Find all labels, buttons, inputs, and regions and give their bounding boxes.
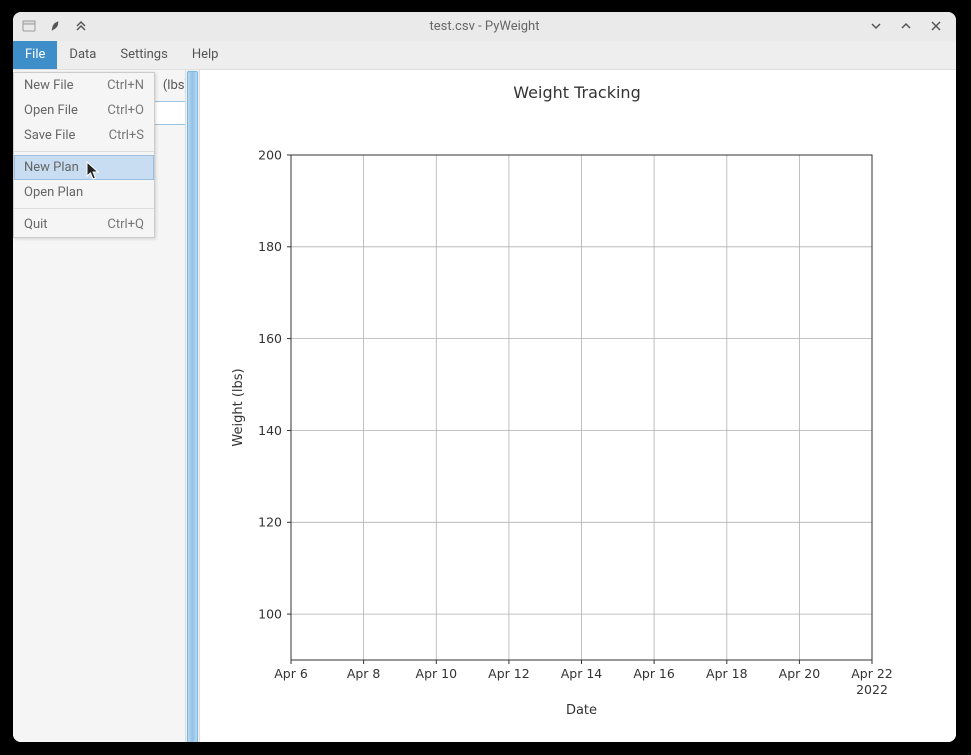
sidebar-scrollbar[interactable] — [185, 70, 199, 742]
chevron-up-double-icon[interactable] — [73, 18, 89, 34]
window-title: test.csv - PyWeight — [430, 19, 540, 34]
svg-text:160: 160 — [258, 331, 282, 346]
file-menu-dropdown: New File Ctrl+N Open File Ctrl+O Save Fi… — [13, 72, 155, 238]
titlebar: test.csv - PyWeight — [13, 12, 956, 41]
svg-text:120: 120 — [258, 515, 282, 530]
svg-text:Apr 20: Apr 20 — [779, 666, 821, 681]
svg-text:Apr 16: Apr 16 — [633, 666, 675, 681]
svg-text:180: 180 — [258, 239, 282, 254]
menu-help[interactable]: Help — [180, 41, 231, 69]
chart-title: Weight Tracking — [513, 83, 640, 102]
close-button[interactable] — [928, 18, 944, 34]
menu-file[interactable]: File — [13, 41, 57, 69]
svg-text:100: 100 — [258, 607, 282, 622]
svg-text:Apr 10: Apr 10 — [416, 666, 458, 681]
scrollbar-thumb[interactable] — [187, 71, 198, 742]
menu-item-open-plan[interactable]: Open Plan — [14, 180, 154, 205]
menu-item-open-file[interactable]: Open File Ctrl+O — [14, 98, 154, 123]
menubar: File Data Settings Help — [13, 41, 956, 70]
x-axis-label: Date — [566, 703, 597, 718]
svg-text:Apr 6: Apr 6 — [274, 666, 308, 681]
app-icon — [21, 18, 37, 34]
svg-text:Apr 14: Apr 14 — [561, 666, 603, 681]
pin-icon[interactable] — [47, 18, 63, 34]
plot-area — [287, 155, 872, 664]
menu-settings[interactable]: Settings — [108, 41, 179, 69]
svg-text:Apr 12: Apr 12 — [488, 666, 530, 681]
menu-data[interactable]: Data — [57, 41, 108, 69]
menu-item-new-file[interactable]: New File Ctrl+N — [14, 73, 154, 98]
titlebar-right-controls — [868, 18, 948, 34]
svg-text:2022: 2022 — [856, 682, 888, 697]
menu-separator — [14, 151, 154, 152]
menu-separator — [14, 208, 154, 209]
svg-text:Apr 18: Apr 18 — [706, 666, 748, 681]
menu-item-new-plan[interactable]: New Plan — [14, 155, 154, 180]
maximize-button[interactable] — [898, 18, 914, 34]
chart-area: Weight Tracking — [200, 70, 956, 742]
svg-text:Apr 22: Apr 22 — [851, 666, 893, 681]
menu-item-quit[interactable]: Quit Ctrl+Q — [14, 212, 154, 237]
weight-chart: Weight Tracking — [200, 70, 954, 738]
svg-text:200: 200 — [258, 147, 282, 162]
minimize-button[interactable] — [868, 18, 884, 34]
svg-text:Apr 8: Apr 8 — [347, 666, 381, 681]
svg-text:140: 140 — [258, 423, 282, 438]
y-axis-label: Weight (lbs) — [231, 368, 246, 446]
menu-item-save-file[interactable]: Save File Ctrl+S — [14, 123, 154, 148]
titlebar-left-controls — [21, 18, 89, 34]
